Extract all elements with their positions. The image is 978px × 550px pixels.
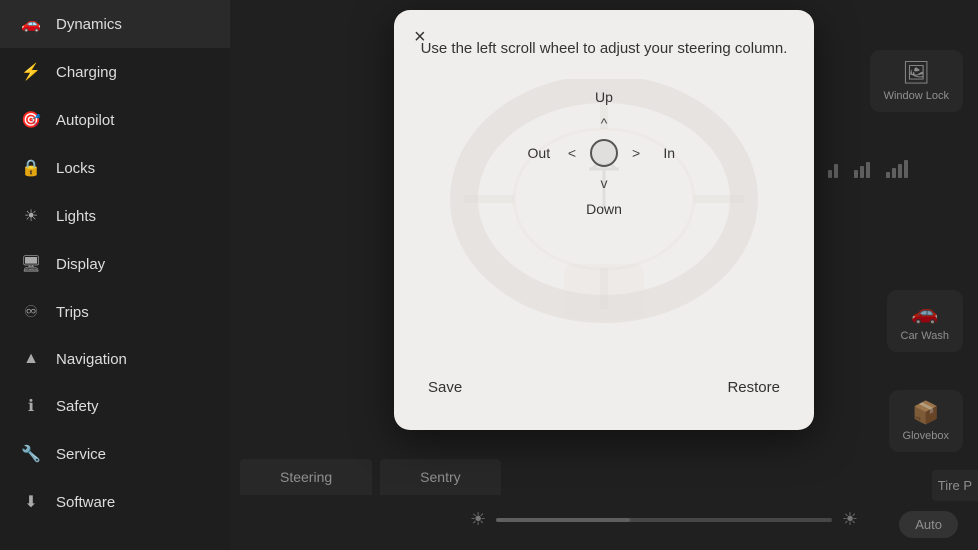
sidebar-item-service[interactable]: 🔧 Service [0, 430, 230, 478]
sidebar-item-software[interactable]: ⬇ Software [0, 478, 230, 526]
software-icon: ⬇ [20, 492, 42, 512]
lights-icon: ☀ [20, 206, 42, 226]
direction-controls: Up ^ Out < > In v Down [524, 89, 684, 217]
sidebar-item-charging[interactable]: ⚡ Charging [0, 48, 230, 96]
in-label: In [654, 145, 684, 161]
sidebar-item-label: Safety [56, 398, 99, 415]
down-arrow[interactable]: v [597, 171, 612, 195]
up-label: Up [595, 89, 613, 105]
modal-close-button[interactable]: × [414, 26, 426, 49]
sidebar-item-label: Autopilot [56, 112, 114, 129]
save-button[interactable]: Save [428, 379, 462, 396]
main-content: 🖼 Window Lock 🚗 Car Wash 📦 [230, 0, 978, 550]
modal-actions: Save Restore [418, 379, 790, 396]
navigation-icon: ▲ [20, 350, 42, 368]
sidebar: 🚗 Dynamics ⚡ Charging 🎯 Autopilot 🔒 Lock… [0, 0, 230, 550]
left-arrow[interactable]: < [564, 141, 580, 165]
dynamics-icon: 🚗 [20, 14, 42, 34]
safety-icon: ℹ [20, 396, 42, 416]
right-arrow[interactable]: > [628, 141, 644, 165]
sidebar-item-trips[interactable]: ♾ Trips [0, 288, 230, 336]
sidebar-item-lights[interactable]: ☀ Lights [0, 192, 230, 240]
sidebar-item-dynamics[interactable]: 🚗 Dynamics [0, 0, 230, 48]
sidebar-item-label: Lights [56, 208, 96, 225]
modal-overlay: × Use the left scroll wheel to adjust yo… [230, 0, 978, 550]
sidebar-item-label: Display [56, 256, 105, 273]
sidebar-item-display[interactable]: 🖥 Display [0, 240, 230, 288]
sidebar-item-label: Software [56, 494, 115, 511]
sidebar-item-label: Charging [56, 64, 117, 81]
sidebar-item-label: Dynamics [56, 16, 122, 33]
steering-area: Up ^ Out < > In v Down [418, 79, 790, 359]
center-circle [590, 139, 618, 167]
charging-icon: ⚡ [20, 62, 42, 82]
autopilot-icon: 🎯 [20, 110, 42, 130]
display-icon: 🖥 [20, 254, 42, 274]
sidebar-item-label: Navigation [56, 351, 127, 368]
restore-button[interactable]: Restore [727, 379, 780, 396]
service-icon: 🔧 [20, 444, 42, 464]
lock-icon: 🔒 [20, 158, 42, 178]
sidebar-item-label: Trips [56, 304, 89, 321]
sidebar-item-navigation[interactable]: ▲ Navigation [0, 336, 230, 382]
sidebar-item-locks[interactable]: 🔒 Locks [0, 144, 230, 192]
out-label: Out [524, 145, 554, 161]
trips-icon: ♾ [20, 302, 42, 322]
down-label: Down [586, 201, 622, 217]
sidebar-item-label: Service [56, 446, 106, 463]
sidebar-item-safety[interactable]: ℹ Safety [0, 382, 230, 430]
sidebar-item-autopilot[interactable]: 🎯 Autopilot [0, 96, 230, 144]
middle-dir-row: Out < > In [524, 139, 684, 167]
modal-title: Use the left scroll wheel to adjust your… [418, 34, 790, 59]
up-arrow[interactable]: ^ [597, 111, 612, 135]
steering-column-modal: × Use the left scroll wheel to adjust yo… [394, 10, 814, 430]
sidebar-item-label: Locks [56, 160, 95, 177]
